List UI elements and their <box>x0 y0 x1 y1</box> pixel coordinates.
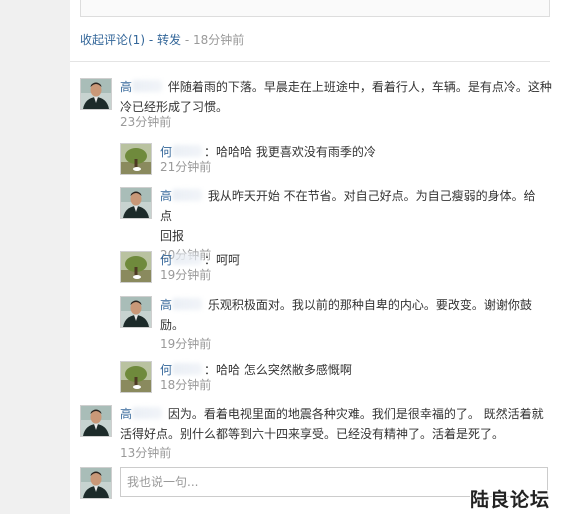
redacted-name-blur <box>172 145 203 157</box>
comment-time: 23分钟前 <box>120 115 172 129</box>
reply-body: 何：哈哈哈 我更喜欢没有雨季的冷 <box>160 142 540 162</box>
reply-text-line1: 我从昨天开始 不在节省。对自己好点。为自己瘦弱的身体。给点 <box>160 189 536 223</box>
commenter-name[interactable]: 高 <box>120 80 164 94</box>
reply-body: 高 乐观积极面对。我以前的那种自卑的内心。要改变。谢谢你鼓 励。 19分钟前 <box>120 295 540 353</box>
avatar-man-icon <box>81 468 111 498</box>
reply-time: 18分钟前 <box>160 378 212 392</box>
left-rail <box>0 0 71 514</box>
reply-item: 高 我从昨天开始 不在节省。对自己好点。为自己瘦弱的身体。给点 回报 20分钟前 <box>120 187 540 262</box>
avatar[interactable] <box>120 143 152 175</box>
reply-text: 呵呵 <box>216 253 241 267</box>
replier-name[interactable]: 高 <box>160 298 204 312</box>
reply-body: 何：哈哈 怎么突然敝多感慨啊 <box>160 360 540 380</box>
reply-text-line1: 乐观积极面对。我以前的那种自卑的内心。要改变。谢谢你鼓 <box>207 298 532 312</box>
avatar-tree-icon <box>121 362 151 392</box>
replier-name[interactable]: 何 <box>160 145 204 159</box>
name-colon: ： <box>204 253 217 267</box>
comment-time: 13分钟前 <box>120 446 172 460</box>
redacted-name-blur <box>172 298 203 310</box>
avatar-tree-icon <box>121 252 151 282</box>
reply-text-line2: 励。 <box>160 318 185 332</box>
reply-item: 何：哈哈 怎么突然敝多感慨啊 18分钟前 <box>120 360 540 393</box>
redacted-name-blur <box>132 80 163 92</box>
redacted-name-blur <box>172 363 203 375</box>
post-time: 18分钟前 <box>193 33 245 47</box>
redacted-name-blur <box>172 189 203 201</box>
reply-text: 哈哈 怎么突然敝多感慨啊 <box>216 363 352 377</box>
name-colon: ： <box>204 363 217 377</box>
collapse-comments-link[interactable]: 收起评论(1) <box>80 33 145 47</box>
reply-text-line2: 回报 <box>160 229 185 243</box>
name-colon: ： <box>204 145 217 159</box>
comment-text-line1: 因为。看着电视里面的地震各种灾难。我们是很幸福的了。 既然活着就 <box>167 407 544 421</box>
replier-name[interactable]: 何 <box>160 253 204 267</box>
reply-item: 何：呵呵 19分钟前 <box>120 250 540 283</box>
reply-item: 高 乐观积极面对。我以前的那种自卑的内心。要改变。谢谢你鼓 励。 19分钟前 <box>120 296 540 351</box>
action-separator: - <box>148 33 154 47</box>
divider <box>70 61 550 62</box>
comment-item: 高 因为。看着电视里面的地震各种灾难。我们是很幸福的了。 既然活着就 活得好点。… <box>80 405 550 460</box>
avatar-tree-icon <box>121 144 151 174</box>
site-watermark: 陆良论坛 <box>469 489 550 511</box>
forward-link[interactable]: 转发 <box>157 33 181 47</box>
replier-name[interactable]: 何 <box>160 363 204 377</box>
reply-body: 何：呵呵 <box>160 250 540 270</box>
composer-avatar-wrap <box>80 467 112 499</box>
redacted-name-blur <box>132 407 163 419</box>
comment-text-line1: 伴随着雨的下落。早晨走在上班途中，看着行人，车辆。是有点冷。这种 <box>167 80 552 94</box>
commenter-name[interactable]: 高 <box>120 407 164 421</box>
reply-time: 19分钟前 <box>160 337 212 351</box>
reply-time: 21分钟前 <box>160 160 212 174</box>
redacted-name-blur <box>172 253 203 265</box>
comment-text-line2: 活得好点。别什么都等到六十四来享受。已经没有精神了。活着是死了。 <box>120 427 505 441</box>
comment-body: 高 伴随着雨的下落。早晨走在上班途中，看着行人，车辆。是有点冷。这种 冷已经形成… <box>120 77 552 117</box>
replier-name[interactable]: 高 <box>160 189 204 203</box>
comment-action-bar: 收起评论(1) - 转发 - 18分钟前 <box>80 30 244 50</box>
action-separator-2: - <box>184 33 190 47</box>
reply-text: 哈哈哈 我更喜欢没有雨季的冷 <box>216 145 376 159</box>
post-content-box <box>80 0 550 17</box>
avatar[interactable] <box>120 251 152 283</box>
reply-time: 19分钟前 <box>160 268 212 282</box>
reply-item: 何：哈哈哈 我更喜欢没有雨季的冷 21分钟前 <box>120 142 540 175</box>
comment-body: 高 因为。看着电视里面的地震各种灾难。我们是很幸福的了。 既然活着就 活得好点。… <box>80 404 552 462</box>
avatar[interactable] <box>120 361 152 393</box>
feed-item: 收起评论(1) - 转发 - 18分钟前 高 伴随着雨的下落。早晨走在上班途中，… <box>70 0 562 514</box>
avatar[interactable] <box>80 467 112 499</box>
